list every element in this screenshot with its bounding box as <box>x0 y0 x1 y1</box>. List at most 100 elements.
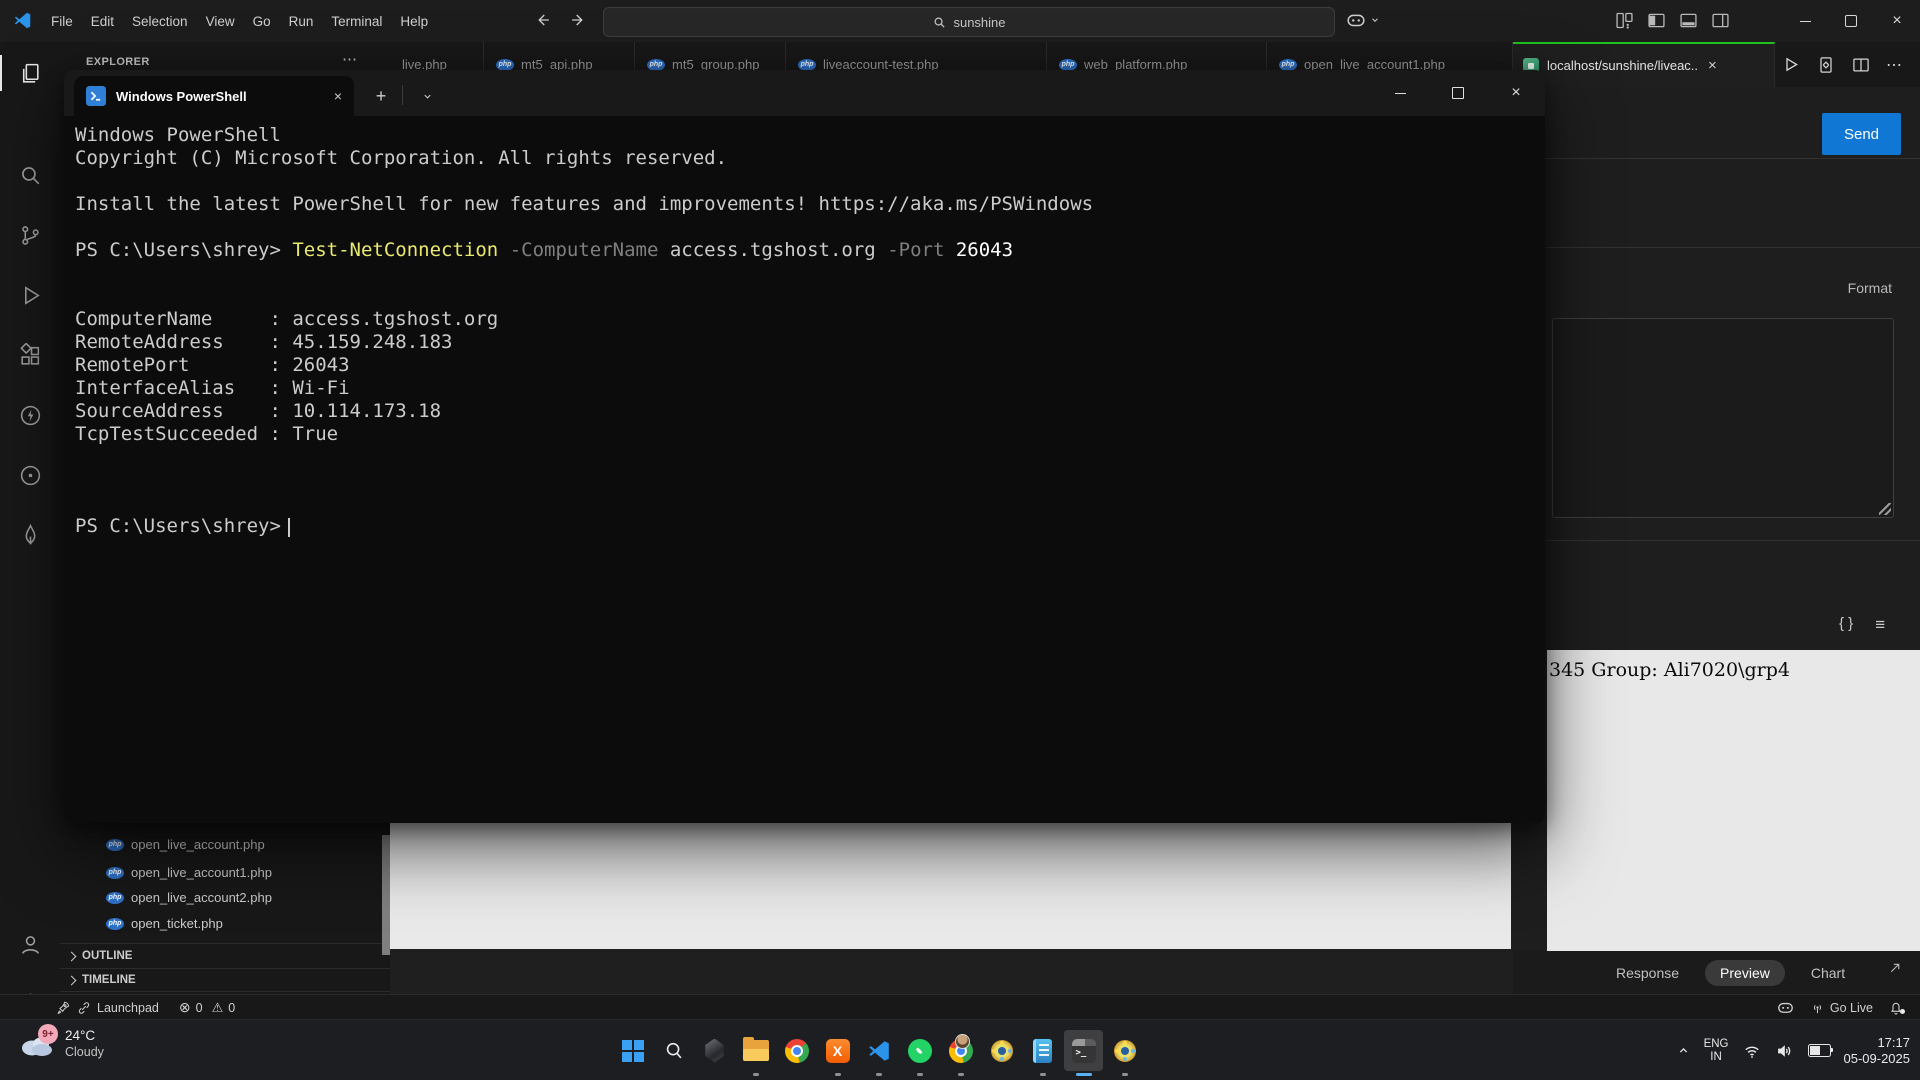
language-indicator[interactable]: ENG IN <box>1704 1038 1729 1064</box>
tab-dropdown-icon[interactable] <box>410 78 444 114</box>
clock-widget[interactable]: 17:17 05-09-2025 <box>1844 1035 1911 1067</box>
file-item[interactable]: php open_ticket.php <box>60 910 382 937</box>
toggle-secondary-sidebar-icon[interactable] <box>1710 10 1731 31</box>
mongodb-icon[interactable] <box>18 522 43 547</box>
nav-forward-icon[interactable] <box>568 10 588 30</box>
menu-help[interactable]: Help <box>391 14 437 29</box>
terminal-line: Copyright (C) Microsoft Corporation. All… <box>75 147 1545 170</box>
broadcast-icon <box>1810 1000 1825 1015</box>
timeline-section-header[interactable]: TIMELINE <box>60 968 390 992</box>
customize-layout-icon[interactable] <box>1614 10 1635 31</box>
thunder-client-icon[interactable] <box>18 403 43 428</box>
taskbar-notepad[interactable] <box>1022 1020 1063 1080</box>
copilot-status-icon[interactable] <box>1776 998 1795 1017</box>
taskbar-chrome-profile[interactable] <box>940 1020 981 1080</box>
taskbar-terminal[interactable]: >_ <box>1063 1020 1104 1080</box>
tab-chart[interactable]: Chart <box>1811 965 1845 981</box>
toggle-sidebar-icon[interactable] <box>1646 10 1667 31</box>
format-label[interactable]: Format <box>1848 280 1892 296</box>
terminal-maximize-button[interactable] <box>1429 70 1487 116</box>
terminal-line: Install the latest PowerShell for new fe… <box>75 193 1545 216</box>
link-icon <box>77 1001 91 1015</box>
terminal-titlebar[interactable]: Windows PowerShell × + × <box>64 70 1545 116</box>
wifi-icon[interactable] <box>1742 1041 1762 1061</box>
go-live-status-item[interactable]: Go Live <box>1810 1000 1873 1015</box>
split-editor-icon[interactable] <box>1851 55 1871 75</box>
command-center-search[interactable]: sunshine <box>603 7 1335 37</box>
php-file-icon: php <box>496 59 514 71</box>
request-body-textarea[interactable] <box>1552 318 1894 518</box>
volume-icon[interactable] <box>1775 1041 1795 1061</box>
file-item[interactable]: php open_live_account1.php <box>60 859 382 886</box>
outline-section-header[interactable]: OUTLINE <box>60 943 390 968</box>
rocket-icon <box>56 1000 71 1015</box>
gear-app-icon <box>1114 1040 1136 1062</box>
account-icon[interactable] <box>18 932 43 957</box>
menu-selection[interactable]: Selection <box>123 14 197 29</box>
tab-simple-browser[interactable]: localhost/sunshine/liveac.. × <box>1513 42 1775 87</box>
window-minimize-button[interactable] <box>1782 0 1828 42</box>
nav-back-icon[interactable] <box>533 10 553 30</box>
live-server-icon[interactable] <box>18 463 43 488</box>
php-server-icon[interactable] <box>1816 55 1836 75</box>
more-actions-icon[interactable]: ⋯ <box>1886 55 1902 75</box>
menu-file[interactable]: File <box>42 14 82 29</box>
explorer-view-icon[interactable] <box>18 61 43 86</box>
taskbar-vscode[interactable] <box>858 1020 899 1080</box>
launchpad-status-item[interactable]: Launchpad <box>0 1000 159 1015</box>
file-item[interactable]: php open_live_account.php <box>60 831 382 858</box>
search-view-icon[interactable] <box>18 163 43 188</box>
taskbar-whatsapp[interactable] <box>899 1020 940 1080</box>
terminal-tab[interactable]: Windows PowerShell × <box>74 76 354 116</box>
response-preview-pane[interactable]: 345 Group: Ali7020\grp4 <box>1547 650 1920 951</box>
terminal-close-button[interactable]: × <box>1487 70 1545 116</box>
taskbar-search-button[interactable] <box>653 1020 694 1080</box>
powershell-window[interactable]: Windows PowerShell × + × Windows PowerSh… <box>64 70 1545 823</box>
weather-temperature: 24°C <box>65 1028 104 1043</box>
system-tray: ENG IN 17:17 05-09-2025 <box>1676 1020 1910 1080</box>
weather-widget[interactable]: 9+ 24°C Cloudy <box>18 1028 104 1059</box>
resize-grip-icon[interactable] <box>1879 503 1891 515</box>
file-item[interactable]: php open_live_account2.php <box>60 884 382 911</box>
problems-status-item[interactable]: ⊗ 0 ⚠ 0 <box>179 999 235 1016</box>
close-icon[interactable]: × <box>1708 57 1717 74</box>
window-close-button[interactable]: × <box>1874 0 1920 42</box>
taskbar-chrome[interactable] <box>776 1020 817 1080</box>
tray-chevron-up-icon[interactable] <box>1676 1043 1691 1058</box>
php-file-icon: php <box>106 892 124 904</box>
taskbar-gear-app[interactable] <box>981 1020 1022 1080</box>
raw-view-icon[interactable]: ≡ <box>1875 615 1885 635</box>
copilot-menu[interactable] <box>1345 9 1380 31</box>
battery-icon[interactable] <box>1808 1044 1831 1057</box>
taskbar-gear-app-2[interactable] <box>1104 1020 1145 1080</box>
terminal-output-area[interactable]: Windows PowerShell Copyright (C) Microso… <box>64 116 1545 823</box>
menu-edit[interactable]: Edit <box>82 14 123 29</box>
explorer-actions-icon[interactable]: ⋯ <box>342 50 357 68</box>
send-button[interactable]: Send <box>1822 113 1901 155</box>
tab-preview[interactable]: Preview <box>1705 960 1785 986</box>
menu-view[interactable]: View <box>197 14 244 29</box>
source-control-icon[interactable] <box>18 223 43 248</box>
extensions-icon[interactable] <box>18 343 43 368</box>
format-json-icon[interactable]: { } <box>1839 615 1853 635</box>
menu-terminal[interactable]: Terminal <box>322 14 391 29</box>
window-restore-button[interactable] <box>1828 0 1874 42</box>
run-file-icon[interactable] <box>1780 54 1801 75</box>
tab-response[interactable]: Response <box>1616 965 1679 981</box>
notifications-bell-icon[interactable] <box>1888 1000 1904 1016</box>
close-icon[interactable]: × <box>334 88 342 104</box>
taskbar-xampp[interactable]: X <box>817 1020 858 1080</box>
terminal-minimize-button[interactable] <box>1371 70 1429 116</box>
expand-panel-icon[interactable] <box>1886 959 1904 977</box>
start-button[interactable] <box>612 1020 653 1080</box>
new-tab-button[interactable]: + <box>364 78 398 114</box>
run-debug-icon[interactable] <box>18 283 43 308</box>
menu-go[interactable]: Go <box>244 14 280 29</box>
menu-run[interactable]: Run <box>280 14 323 29</box>
taskbar-file-explorer[interactable] <box>735 1020 776 1080</box>
sidebar-scrollbar[interactable] <box>382 835 390 955</box>
toggle-panel-icon[interactable] <box>1678 10 1699 31</box>
taskbar-crystal-app[interactable] <box>694 1020 735 1080</box>
search-icon <box>663 1040 685 1062</box>
explorer-title: EXPLORER <box>86 56 150 68</box>
